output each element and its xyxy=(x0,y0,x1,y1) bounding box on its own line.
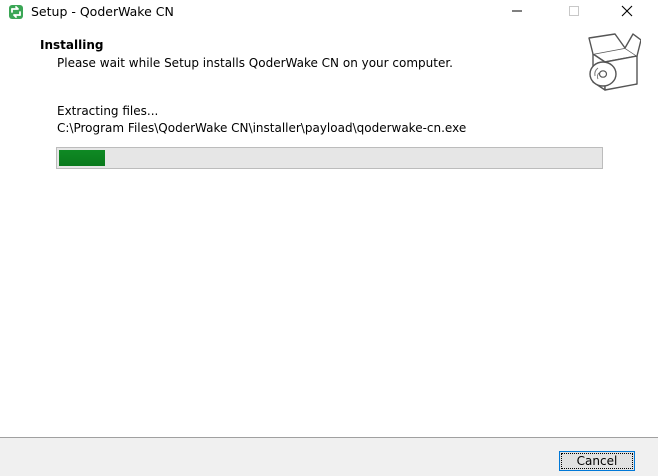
close-icon xyxy=(621,5,633,20)
wizard-footer: Cancel xyxy=(0,438,658,476)
minimize-button[interactable] xyxy=(494,0,540,24)
current-file-path: C:\Program Files\QoderWake CN\installer\… xyxy=(57,121,467,135)
maximize-icon xyxy=(568,5,580,20)
progress-fill xyxy=(59,150,105,166)
maximize-button xyxy=(551,0,597,24)
minimize-icon xyxy=(511,5,523,20)
setup-box-disc-icon xyxy=(585,30,642,92)
wizard-header: Installing Please wait while Setup insta… xyxy=(0,24,658,96)
title-bar[interactable]: Setup - QoderWake CN xyxy=(0,0,658,24)
cancel-button[interactable]: Cancel xyxy=(559,451,635,471)
installer-app-icon xyxy=(8,4,24,20)
close-button[interactable] xyxy=(604,0,650,24)
progress-bar xyxy=(56,147,603,169)
window-title: Setup - QoderWake CN xyxy=(31,4,174,19)
status-text: Extracting files... xyxy=(57,104,159,118)
page-subtitle: Please wait while Setup installs QoderWa… xyxy=(57,56,453,70)
page-title: Installing xyxy=(40,38,104,52)
